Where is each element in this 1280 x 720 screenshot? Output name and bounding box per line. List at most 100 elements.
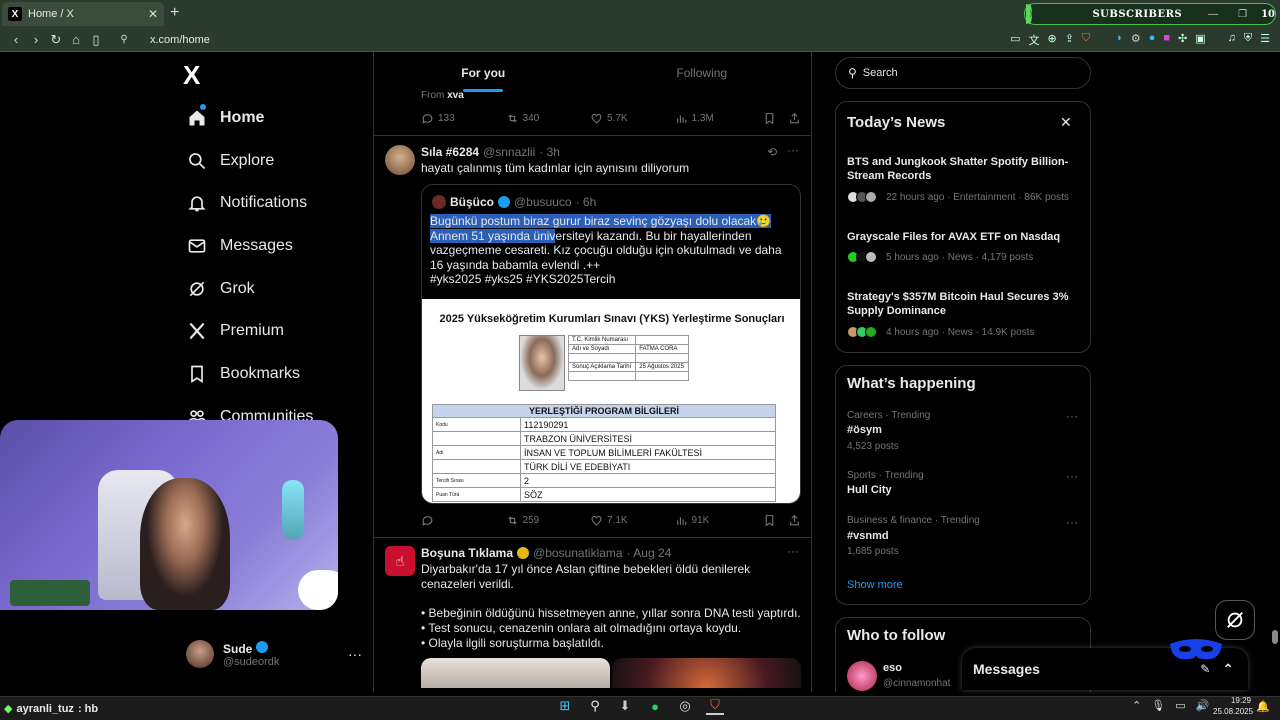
menu-icon[interactable]: ☰ bbox=[1260, 32, 1270, 48]
home-browser-icon[interactable]: ⌂ bbox=[66, 32, 86, 47]
share-icon[interactable]: ⇪ bbox=[1065, 32, 1074, 48]
x-logo-icon[interactable]: X bbox=[183, 60, 200, 91]
account-switcher[interactable]: Sude @sudeordk ··· bbox=[186, 640, 362, 668]
views-button[interactable]: 91K bbox=[675, 514, 763, 527]
spotify-icon[interactable]: ● bbox=[646, 697, 664, 715]
mic-icon[interactable]: 🎙 bbox=[1151, 699, 1165, 712]
brave-shield-icon[interactable]: ⛉ bbox=[1082, 32, 1090, 48]
extension-1-icon[interactable]: ◗ bbox=[1116, 32, 1123, 48]
volume-icon[interactable]: 🔊 bbox=[1196, 699, 1210, 712]
nav-item-grok[interactable]: Grok bbox=[186, 275, 255, 303]
like-button[interactable]: 5.7K bbox=[590, 112, 675, 125]
nav-item-notifications[interactable]: Notifications bbox=[186, 189, 307, 217]
views-button[interactable]: 1.3M bbox=[675, 112, 763, 125]
yks-result-image[interactable]: 2025 Yükseköğretim Kurumları Sınavı (YKS… bbox=[422, 299, 800, 503]
extension-3-icon[interactable]: ● bbox=[1149, 32, 1156, 48]
forward-icon[interactable]: › bbox=[26, 32, 46, 47]
app-icon[interactable]: ⬇ bbox=[616, 697, 634, 715]
tweet-more-icon[interactable]: ··· bbox=[787, 544, 799, 558]
tweet-time[interactable]: · Aug 24 bbox=[627, 546, 672, 560]
news-item-title[interactable]: Grayscale Files for AVAX ETF on Nasdaq bbox=[847, 230, 1079, 244]
network-icon[interactable]: ▭ bbox=[1175, 699, 1185, 712]
translate-icon[interactable]: 文 bbox=[1028, 32, 1039, 48]
tweet-time[interactable]: · 3h bbox=[539, 145, 560, 159]
avatar[interactable] bbox=[847, 661, 877, 691]
tweet2-image-2[interactable] bbox=[612, 658, 801, 688]
grok-explain-icon[interactable]: ⟲ bbox=[767, 145, 777, 159]
obs-icon[interactable]: ◎ bbox=[676, 697, 694, 715]
minimize-icon[interactable]: — bbox=[1208, 9, 1218, 20]
tweet2-image-1[interactable] bbox=[421, 658, 610, 688]
streamer bbox=[140, 478, 230, 610]
reload-icon[interactable]: ↻ bbox=[46, 32, 66, 48]
extension-2-icon[interactable]: ⚙ bbox=[1131, 32, 1141, 48]
repost-button[interactable]: 259 bbox=[506, 514, 591, 527]
avatar[interactable]: ☝ bbox=[385, 546, 415, 576]
nav-item-premium[interactable]: Premium bbox=[186, 317, 284, 345]
trend-name[interactable]: #vsnmd bbox=[847, 530, 889, 542]
scrollbar[interactable] bbox=[1270, 52, 1280, 692]
profile-more-icon[interactable]: ··· bbox=[348, 646, 362, 662]
search-icon[interactable]: ⚲ bbox=[586, 697, 604, 715]
cast-icon[interactable]: ▭ bbox=[1010, 32, 1020, 48]
author-handle[interactable]: @bosunatiklama bbox=[533, 546, 623, 560]
tray-expand-icon[interactable]: ⌃ bbox=[1132, 699, 1141, 712]
trend-name[interactable]: #ösym bbox=[847, 424, 882, 436]
trend-more-icon[interactable]: ··· bbox=[1066, 515, 1078, 529]
nav-item-messages[interactable]: Messages bbox=[186, 232, 293, 260]
close-tab-icon[interactable]: ✕ bbox=[148, 7, 158, 21]
trend-name[interactable]: Hull City bbox=[847, 484, 892, 496]
sidebar-toggle-icon[interactable]: ▣ bbox=[1195, 32, 1205, 48]
scrollbar-thumb[interactable] bbox=[1272, 630, 1278, 644]
grok-button[interactable] bbox=[1215, 600, 1255, 640]
tab-for-you[interactable]: For you bbox=[374, 52, 593, 94]
close-icon[interactable]: ✕ bbox=[1060, 114, 1072, 131]
media-icon[interactable]: ♫ bbox=[1228, 32, 1236, 48]
url-field[interactable]: x.com/home bbox=[150, 34, 210, 46]
reply-button[interactable] bbox=[421, 514, 506, 527]
restore-icon[interactable]: ❐ bbox=[1238, 9, 1247, 20]
extension-4-icon[interactable]: ■ bbox=[1163, 32, 1170, 48]
search-input[interactable]: ⚲ Search bbox=[835, 57, 1091, 89]
follow-suggestion-name[interactable]: eso bbox=[883, 662, 902, 674]
extensions-puzzle-icon[interactable]: ✣ bbox=[1178, 32, 1187, 48]
nav-item-bookmarks[interactable]: Bookmarks bbox=[186, 360, 300, 388]
quote-hashtags[interactable]: #yks2025 #yks25 #YKS2025Tercih bbox=[430, 272, 615, 286]
bookmark-button[interactable] bbox=[763, 112, 776, 125]
trend-more-icon[interactable]: ··· bbox=[1066, 469, 1078, 483]
reply-button[interactable]: 133 bbox=[421, 112, 506, 125]
avatar[interactable] bbox=[385, 145, 415, 175]
nav-item-explore[interactable]: Explore bbox=[186, 147, 274, 175]
quoted-tweet[interactable]: Büşüco @busuuco · 6h Bugünkü postum bira… bbox=[421, 184, 801, 504]
trend-more-icon[interactable]: ··· bbox=[1066, 409, 1078, 423]
from-name[interactable]: xva bbox=[447, 90, 464, 101]
site-info-icon[interactable]: ⚲ bbox=[114, 34, 134, 45]
author-name[interactable]: Sıla #6284 bbox=[421, 145, 479, 159]
new-tab-button[interactable]: + bbox=[170, 4, 179, 22]
windows-start-icon[interactable]: ⊞ bbox=[556, 697, 574, 715]
show-more-link[interactable]: Show more bbox=[847, 579, 903, 591]
program-value: 112190291 bbox=[520, 417, 776, 432]
tweet-more-icon[interactable]: ··· bbox=[787, 143, 799, 157]
bookmark-page-icon[interactable]: ▯ bbox=[86, 32, 106, 48]
repost-button[interactable]: 340 bbox=[506, 112, 591, 125]
nav-item-home[interactable]: Home bbox=[186, 104, 264, 132]
author-name[interactable]: Boşuna Tıklama bbox=[421, 546, 513, 560]
notifications-icon[interactable]: 🔔 bbox=[1256, 700, 1270, 713]
brave-icon[interactable]: ⛉ bbox=[706, 697, 724, 715]
browser-tab[interactable]: X Home / X ✕ bbox=[2, 2, 164, 26]
vpn-icon[interactable]: ⛨ bbox=[1244, 32, 1252, 48]
news-item-title[interactable]: Strategy's $357M Bitcoin Haul Secures 3%… bbox=[847, 290, 1079, 318]
bookmark-button[interactable] bbox=[763, 514, 776, 527]
news-item-title[interactable]: BTS and Jungkook Shatter Spotify Billion… bbox=[847, 155, 1079, 183]
todays-news-title: Today’s News bbox=[847, 114, 946, 131]
tab-following[interactable]: Following bbox=[593, 52, 812, 94]
like-button[interactable]: 7.1K bbox=[590, 514, 675, 527]
expand-icon[interactable]: ⌃ bbox=[1222, 661, 1234, 678]
share-button[interactable] bbox=[788, 112, 801, 125]
zoom-icon[interactable]: ⊕ bbox=[1047, 32, 1056, 48]
clock[interactable]: 19:29 25.08.2025 bbox=[1213, 695, 1253, 717]
author-handle[interactable]: @snnazlii bbox=[483, 145, 535, 159]
share-button[interactable] bbox=[788, 514, 801, 527]
back-icon[interactable]: ‹ bbox=[6, 32, 26, 47]
